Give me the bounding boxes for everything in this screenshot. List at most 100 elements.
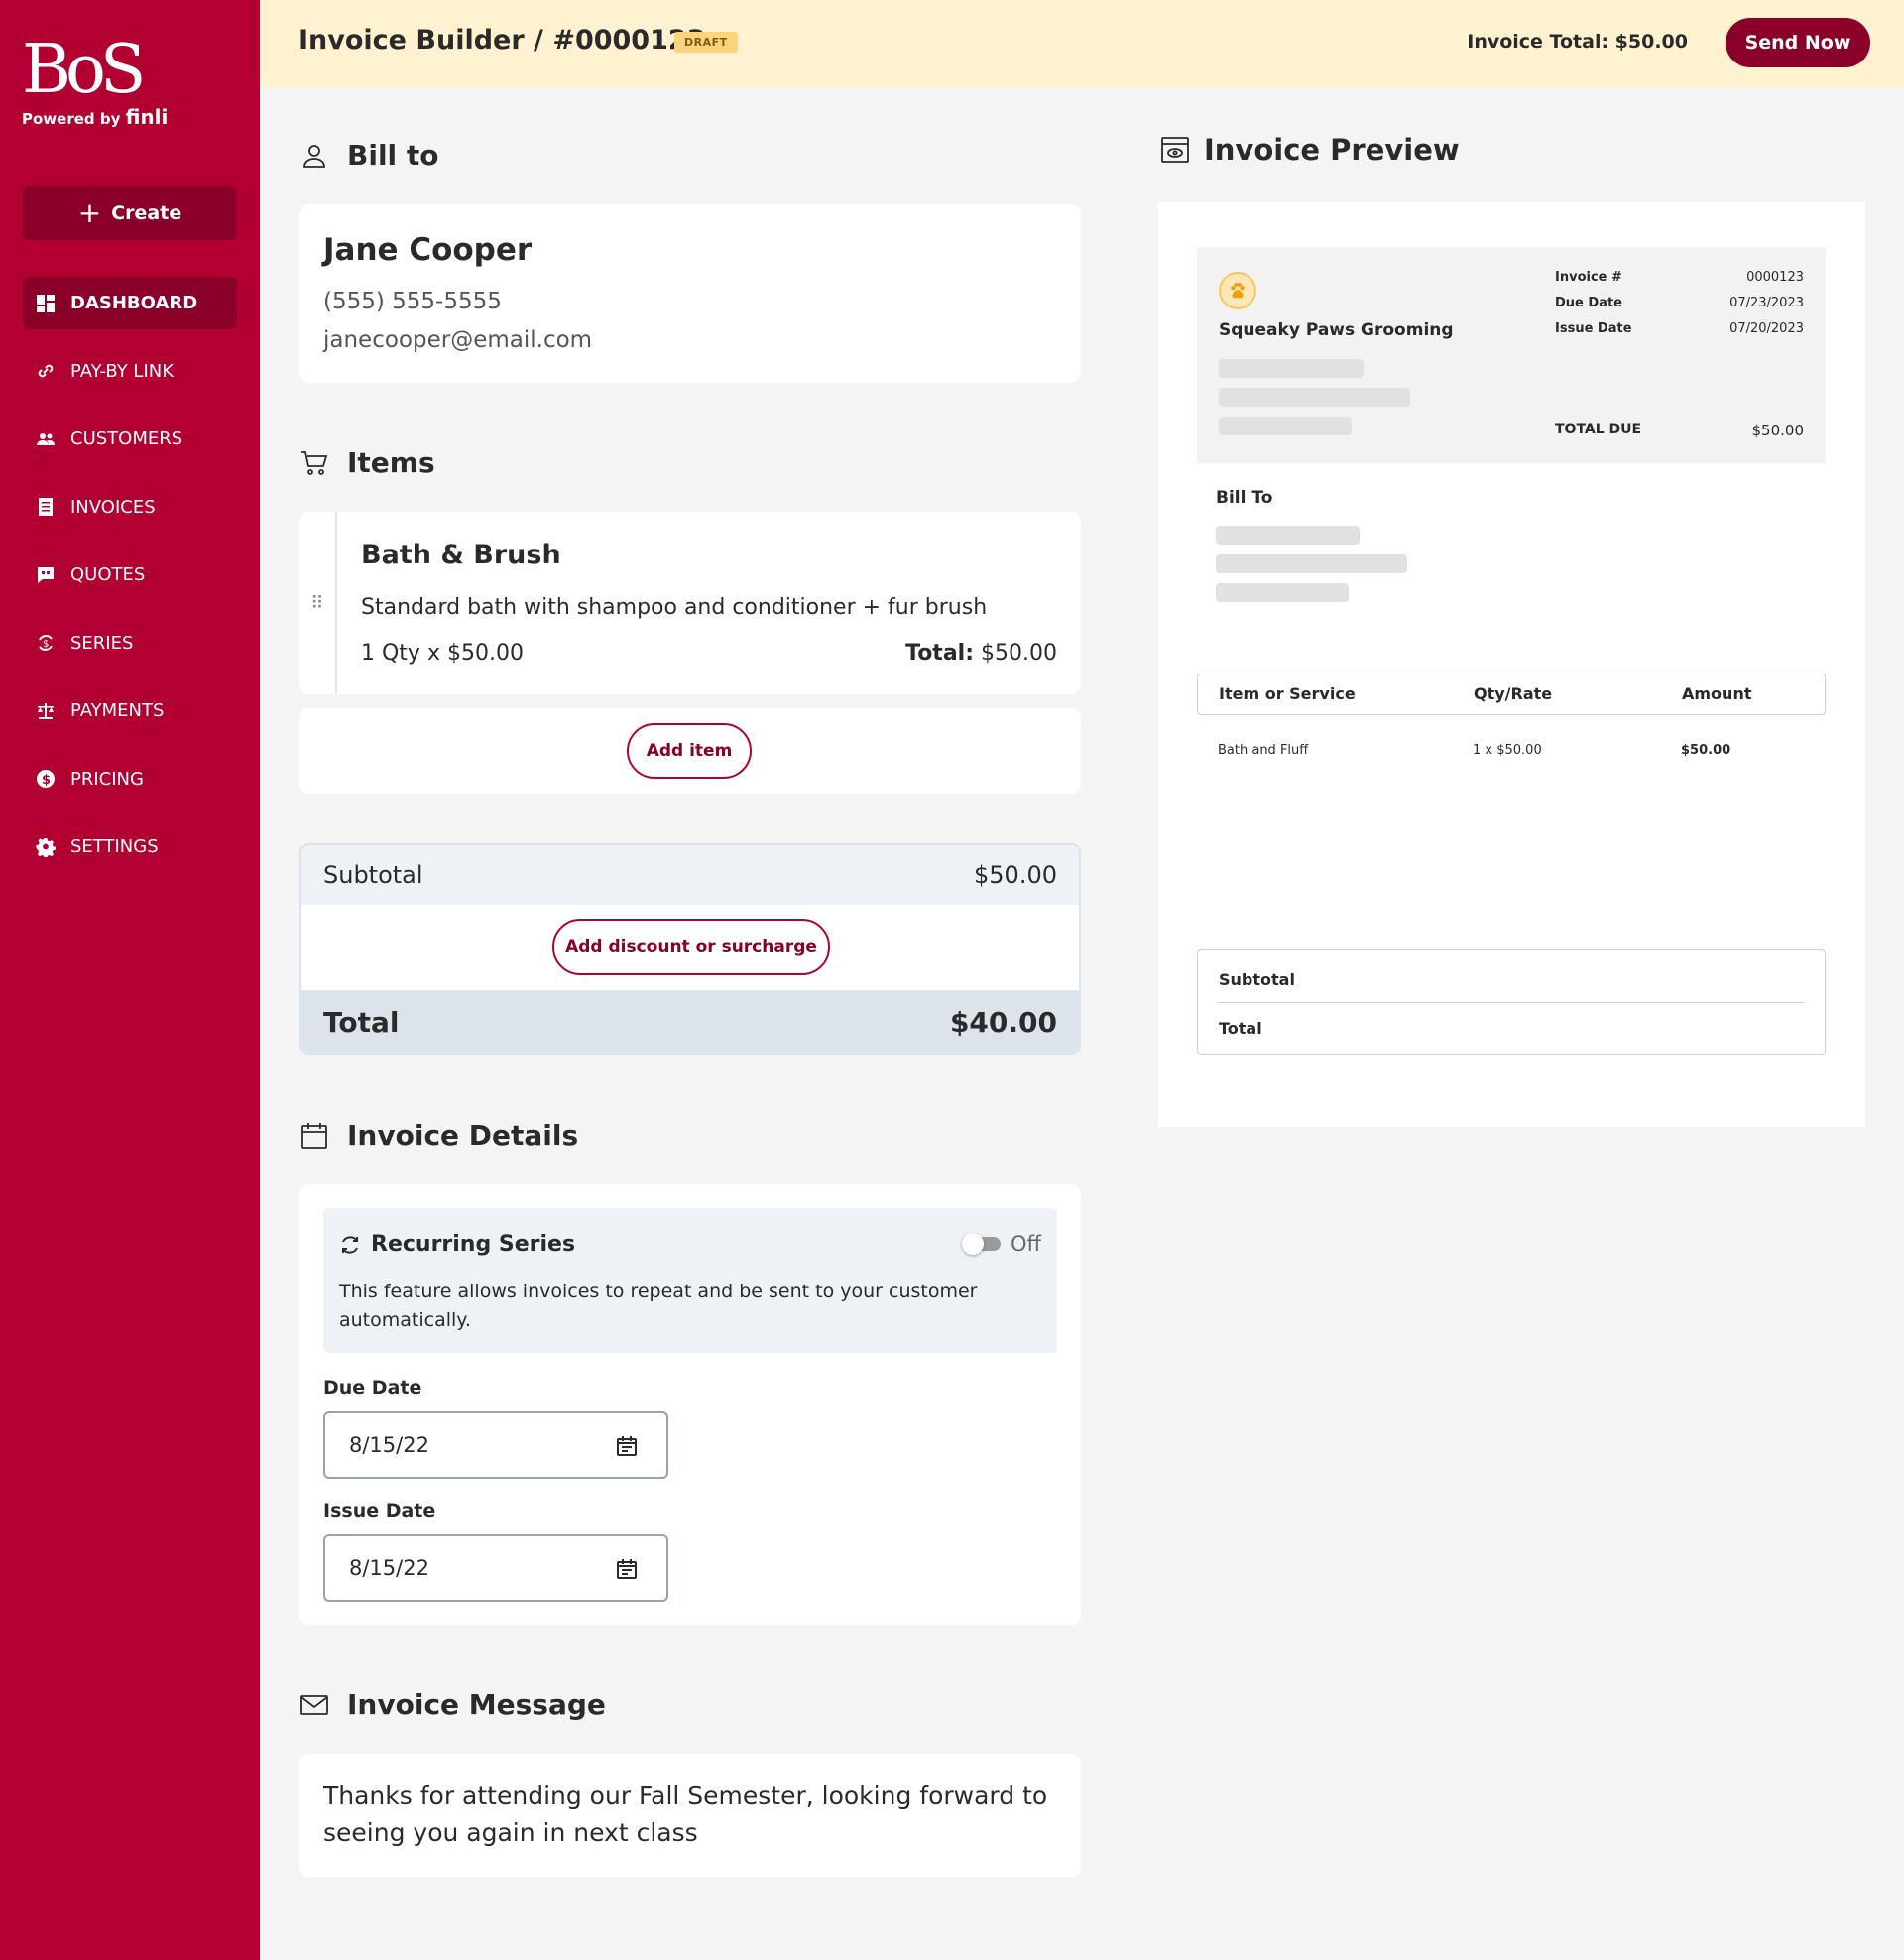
preview-table-header: Item or Service Qty/Rate Amount xyxy=(1197,674,1826,715)
business-name: Squeaky Paws Grooming xyxy=(1219,320,1454,340)
top-header: Invoice Builder / #0000123 DRAFT Invoice… xyxy=(260,0,1904,87)
issue-date-field[interactable]: 8/15/22 xyxy=(323,1534,668,1602)
items-title: Items xyxy=(347,446,435,479)
dashboard-icon xyxy=(35,293,57,314)
sidebar-item-label: PAYMENTS xyxy=(70,700,165,721)
sidebar-item-settings[interactable]: SETTINGS xyxy=(23,820,237,873)
sidebar-item-payments[interactable]: PAYMENTS xyxy=(23,684,237,737)
row-item: Bath and Fluff xyxy=(1218,743,1309,758)
envelope-icon xyxy=(300,1694,328,1715)
quote-icon xyxy=(35,564,57,586)
meta-value: 07/20/2023 xyxy=(1729,321,1804,336)
total-value: $40.00 xyxy=(949,1006,1057,1039)
calendar-icon[interactable] xyxy=(615,1557,639,1581)
meta-value: 0000123 xyxy=(1746,270,1804,285)
preview-bill-to-label: Bill To xyxy=(1216,488,1273,508)
sidebar-item-customers[interactable]: CUSTOMERS xyxy=(23,413,237,465)
invoice-message-card[interactable]: Thanks for attending our Fall Semester, … xyxy=(299,1754,1081,1877)
invoice-details-heading: Invoice Details xyxy=(299,1119,578,1152)
toggle-state: Off xyxy=(1011,1232,1041,1256)
invoice-preview-title: Invoice Preview xyxy=(1204,133,1460,167)
sidebar-item-label: QUOTES xyxy=(70,564,146,585)
bill-to-card[interactable]: Jane Cooper (555) 555-5555 janecooper@em… xyxy=(299,204,1081,383)
item-name: Bath & Brush xyxy=(361,540,561,570)
sidebar-item-dashboard[interactable]: DASHBOARD xyxy=(23,277,237,329)
invoice-message-title: Invoice Message xyxy=(347,1688,606,1721)
meta-label: Due Date xyxy=(1555,296,1622,310)
recurring-series-description: This feature allows invoices to repeat a… xyxy=(339,1281,978,1331)
add-item-card: Add item xyxy=(299,708,1081,794)
create-button[interactable]: + Create xyxy=(23,186,237,240)
sidebar-item-quotes[interactable]: QUOTES xyxy=(23,549,237,601)
bill-to-heading: Bill to xyxy=(299,139,439,172)
sidebar-item-label: DASHBOARD xyxy=(70,293,198,313)
toggle-track[interactable] xyxy=(962,1233,1001,1255)
preview-header: Squeaky Paws Grooming Invoice # 0000123 … xyxy=(1197,247,1826,463)
recurring-toggle[interactable]: Off xyxy=(962,1232,1041,1256)
series-icon xyxy=(342,1235,358,1254)
people-icon xyxy=(35,429,57,450)
dollar-icon: $ xyxy=(35,768,57,790)
invoice-details-card: Recurring Series Off This feature allows… xyxy=(299,1184,1081,1625)
invoice-preview-heading: Invoice Preview xyxy=(1160,133,1460,167)
customer-phone: (555) 555-5555 xyxy=(323,289,502,314)
due-date-field[interactable]: 8/15/22 xyxy=(323,1411,668,1479)
item-total-label: Total: xyxy=(905,641,975,666)
calendar-icon[interactable] xyxy=(615,1434,639,1458)
paw-icon xyxy=(1219,272,1256,309)
col-item: Item or Service xyxy=(1219,684,1356,703)
sidebar-item-label: PRICING xyxy=(70,768,144,790)
row-amount: $50.00 xyxy=(1681,743,1731,758)
issue-date-value: 8/15/22 xyxy=(349,1556,429,1580)
header-invoice-total: Invoice Total: $50.00 xyxy=(1467,31,1688,53)
total-row: Total $40.00 xyxy=(301,990,1079,1053)
invoice-details-title: Invoice Details xyxy=(347,1119,579,1152)
total-due-value: $50.00 xyxy=(1751,422,1805,439)
drag-handle-icon[interactable]: ⠿ xyxy=(299,512,337,694)
bill-to-title: Bill to xyxy=(347,139,439,172)
sidebar: BoS Powered by finli + Create DASHBOARD … xyxy=(0,0,260,1960)
customer-name: Jane Cooper xyxy=(323,232,533,268)
gear-icon xyxy=(35,836,57,858)
col-qty: Qty/Rate xyxy=(1474,684,1553,703)
list-item[interactable]: ⠿ Bath & Brush Standard bath with shampo… xyxy=(299,512,1081,694)
placeholder-line xyxy=(1216,554,1407,573)
powered-by-brand: finli xyxy=(125,105,169,129)
calendar-icon xyxy=(301,1122,327,1149)
sidebar-item-pay-by-link[interactable]: PAY-BY LINK xyxy=(23,345,237,398)
powered-by: Powered by finli xyxy=(22,105,220,129)
sidebar-item-series[interactable]: $ SERIES xyxy=(23,617,237,670)
customer-email: janecooper@email.com xyxy=(323,327,593,353)
invoice-preview-panel: Squeaky Paws Grooming Invoice # 0000123 … xyxy=(1158,202,1865,1127)
cart-icon xyxy=(301,450,328,475)
subtotal-row: Subtotal $50.00 xyxy=(301,845,1079,905)
item-description: Standard bath with shampoo and condition… xyxy=(361,595,988,620)
sidebar-item-invoices[interactable]: INVOICES xyxy=(23,481,237,534)
send-now-button[interactable]: Send Now xyxy=(1726,18,1870,67)
row-qty: 1 x $50.00 xyxy=(1473,743,1542,758)
meta-label: Issue Date xyxy=(1555,321,1632,336)
sidebar-item-label: PAY-BY LINK xyxy=(70,360,175,382)
add-item-button[interactable]: Add item xyxy=(627,723,752,779)
subtotal-label: Subtotal xyxy=(323,861,423,889)
sidebar-item-pricing[interactable]: $ PRICING xyxy=(23,753,237,805)
add-discount-button[interactable]: Add discount or surcharge xyxy=(552,919,830,975)
sidebar-nav: DASHBOARD PAY-BY LINK CUSTOMERS INVOICES… xyxy=(23,277,237,889)
sidebar-item-label: INVOICES xyxy=(70,496,156,518)
recurring-series-title: Recurring Series xyxy=(339,1232,575,1257)
total-due-label: TOTAL DUE xyxy=(1555,422,1642,437)
status-badge: DRAFT xyxy=(674,32,738,53)
sidebar-item-label: CUSTOMERS xyxy=(70,429,183,449)
col-amount: Amount xyxy=(1682,684,1752,703)
toggle-knob xyxy=(962,1233,984,1255)
person-icon xyxy=(303,144,325,168)
preview-totals: Subtotal Total xyxy=(1197,949,1826,1055)
invoice-message-heading: Invoice Message xyxy=(299,1688,606,1721)
brand-logo[interactable]: BoS Powered by finli xyxy=(22,36,220,130)
placeholder-line xyxy=(1219,388,1410,407)
item-total-value: $50.00 xyxy=(981,641,1057,666)
document-icon xyxy=(35,496,57,518)
item-total: Total: $50.00 xyxy=(905,641,1057,666)
invoice-message-text: Thanks for attending our Fall Semester, … xyxy=(323,1781,1048,1847)
plus-icon: + xyxy=(77,196,102,229)
